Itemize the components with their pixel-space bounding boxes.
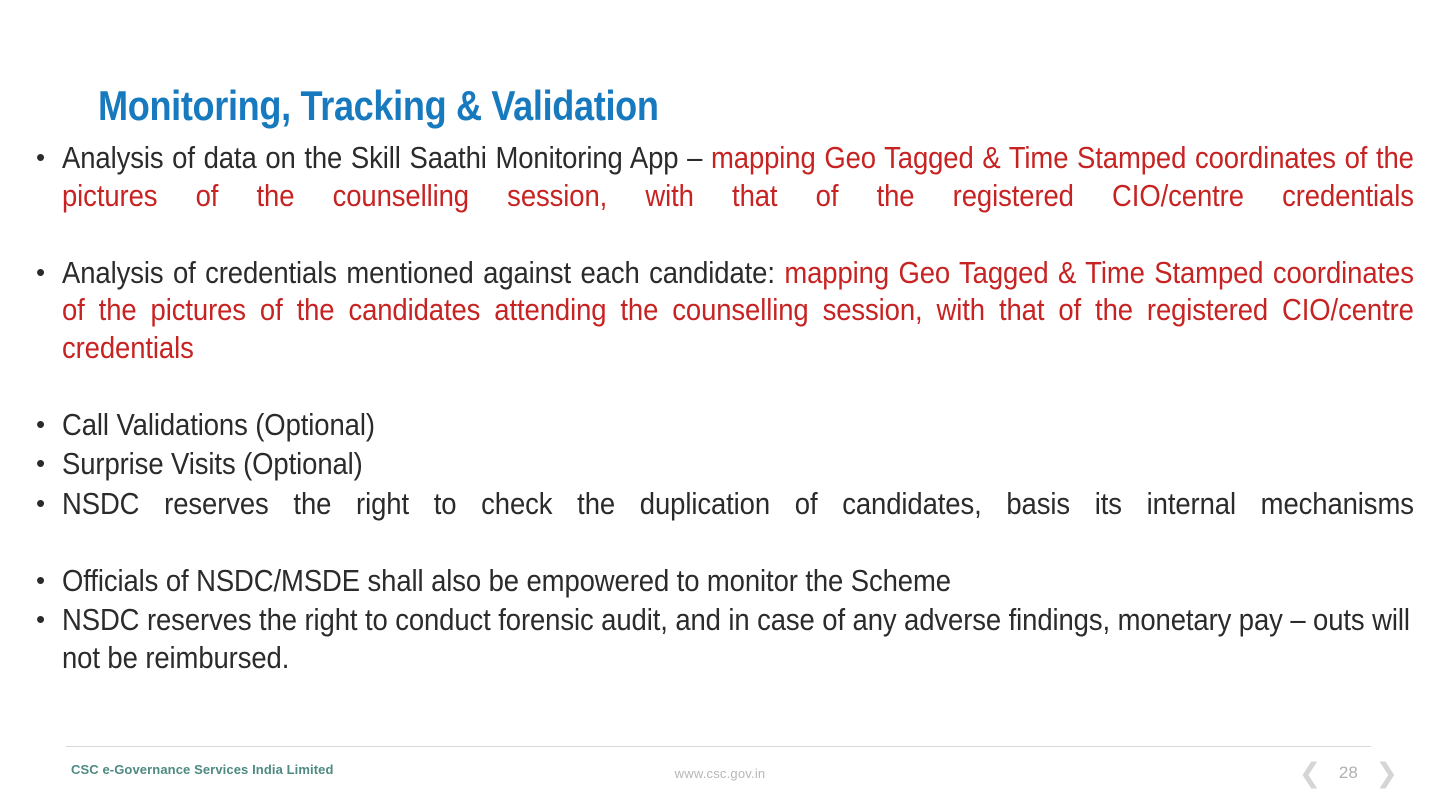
- list-item-text: Call Validations (Optional): [62, 407, 1414, 445]
- footer-divider: [66, 746, 1371, 747]
- chevron-right-icon[interactable]: ❯: [1375, 760, 1398, 787]
- body-text: NSDC reserves the right to check the dup…: [62, 486, 1414, 521]
- list-item-text: Officials of NSDC/MSDE shall also be emp…: [62, 563, 1414, 601]
- list-item: NSDC reserves the right to check the dup…: [24, 485, 1414, 561]
- presentation-slide: Monitoring, Tracking & Validation Analys…: [0, 0, 1440, 810]
- body-text: Call Validations (Optional): [62, 407, 375, 442]
- body-text: Surprise Visits (Optional): [62, 447, 363, 481]
- body-text: Analysis of data on the Skill Saathi Mon…: [62, 141, 711, 175]
- body-text: Officials of NSDC/MSDE shall also be emp…: [62, 563, 951, 598]
- footer-website: www.csc.gov.in: [674, 766, 766, 781]
- body-text: NSDC reserves the right to conduct foren…: [62, 603, 1410, 675]
- body-text: Analysis of credentials mentioned agains…: [62, 255, 785, 290]
- chevron-left-icon[interactable]: ❮: [1299, 760, 1322, 787]
- list-item: Analysis of data on the Skill Saathi Mon…: [24, 139, 1414, 253]
- slide-navigation: ❮ 28 ❯: [1299, 758, 1398, 788]
- list-item-text: Surprise Visits (Optional): [62, 446, 1414, 484]
- list-item: Call Validations (Optional): [24, 406, 1414, 445]
- page-number: 28: [1338, 763, 1358, 782]
- page-title: Monitoring, Tracking & Validation: [98, 82, 659, 130]
- bullet-list: Analysis of data on the Skill Saathi Mon…: [24, 139, 1414, 717]
- list-item-text: NSDC reserves the right to check the dup…: [62, 486, 1414, 561]
- list-item: Analysis of credentials mentioned agains…: [24, 254, 1414, 405]
- list-item: Officials of NSDC/MSDE shall also be emp…: [24, 562, 1414, 601]
- list-item-text: Analysis of credentials mentioned agains…: [62, 255, 1414, 405]
- list-item: Surprise Visits (Optional): [24, 445, 1414, 484]
- list-item: NSDC reserves the right to conduct foren…: [24, 601, 1414, 715]
- list-item-text: Analysis of data on the Skill Saathi Mon…: [62, 140, 1414, 253]
- list-item-text: NSDC reserves the right to conduct foren…: [62, 602, 1414, 715]
